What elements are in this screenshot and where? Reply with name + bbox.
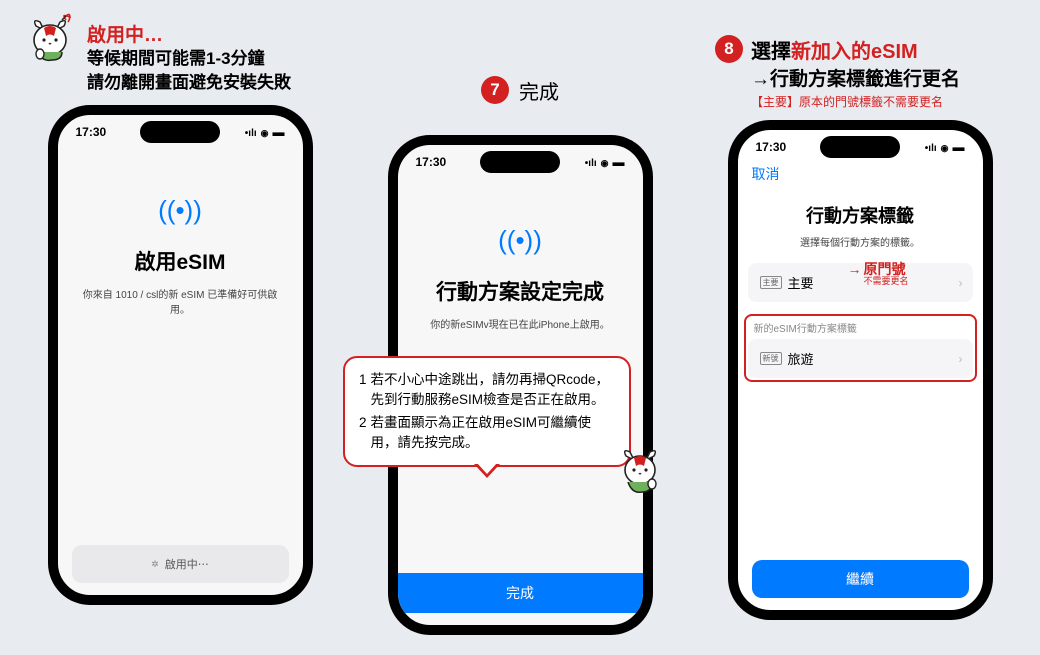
wifi-icon [601,155,609,169]
step-column-activating: 啟用中… 等候期間可能需1-3分鐘 請勿離開畫面避免安裝失敗 17:30 ((•… [15,20,345,635]
spinner-icon [151,558,159,570]
screen-desc: 你的新eSIMv現在已在此iPhone上啟用。 [414,318,627,333]
loading-button: 啟用中⋯ [72,545,289,583]
nav-cancel[interactable]: 取消 [738,160,983,188]
loading-label: 啟用中⋯ [165,556,209,572]
plan-tag: 新號 [760,352,782,365]
plan-label: 旅遊 [788,349,814,368]
step-label: 完成 [519,76,559,105]
header-subtitle: 等候期間可能需1-3分鐘 [87,47,291,71]
screen-content: ((•)) 行動方案設定完成 你的新eSIMv現在已在此iPhone上啟用。 [398,175,643,353]
wifi-icon [941,140,949,154]
broadcast-icon: ((•)) [74,195,287,226]
status-time: 17:30 [76,125,107,139]
header-note: 【主要】原本的門號標籤不需要更名 [751,93,960,110]
phone-notch [140,121,220,143]
screen-desc: 選擇每個行動方案的標籤。 [738,234,983,249]
status-icons [585,155,625,169]
list-primary: 主要 主要 › →原門號 不需要更名 [748,263,973,302]
mascot-icon [616,442,666,498]
phone-frame: 17:30 ((•)) 啟用eSIM 你來自 1010 / csl的新 eSIM… [48,105,313,605]
chevron-right-icon: › [959,352,963,366]
status-icons [245,125,285,139]
screen-content: ((•)) 啟用eSIM 你來自 1010 / csl的新 eSIM 已準備好可… [58,145,303,338]
signal-icon [585,155,597,169]
status-icons [925,140,965,154]
arrow-icon: → [848,261,862,277]
annotation-primary: →原門號 不需要更名 [848,262,909,287]
screen-title: 啟用eSIM [74,246,287,276]
callout-tail [474,464,500,478]
list-header: 新的eSIM行動方案標籤 [748,318,973,339]
step-column-8: 8 選擇新加入的eSIM →行動方案標籤進行更名 【主要】原本的門號標籤不需要更… [695,20,1025,635]
chevron-right-icon: › [959,276,963,290]
signal-icon [925,140,937,154]
complete-button[interactable]: 完成 [396,573,645,613]
screen-title: 行動方案標籤 [738,202,983,228]
header-line: 選擇新加入的eSIM [751,35,960,64]
header-line: →行動方案標籤進行更名 [751,64,960,91]
highlight-new-esim: 新的eSIM行動方案標籤 新號 旅遊 › [744,314,977,382]
signal-icon [245,125,257,139]
screen-desc: 你來自 1010 / csl的新 eSIM 已準備好可供啟用。 [74,288,287,318]
battery-icon [953,140,965,154]
continue-button[interactable]: 繼續 [752,560,969,598]
phone-notch [820,136,900,158]
battery-icon [613,155,625,169]
status-time: 17:30 [416,155,447,169]
phone-frame: 17:30 取消 行動方案標籤 選擇每個行動方案的標籤。 主要 主要 › →原門… [728,120,993,620]
plan-tag: 主要 [760,276,782,289]
callout-bubble: 1若不小心中途跳出，請勿再掃QRcode，先到行動服務eSIM檢查是否正在啟用。… [343,356,631,467]
annotation-sub: 不需要更名 [848,277,909,287]
status-time: 17:30 [756,140,787,154]
broadcast-icon: ((•)) [414,225,627,256]
phone-notch [480,151,560,173]
battery-icon [273,125,285,139]
step-column-7: 7 完成 17:30 ((•)) 行動方案設定完成 你的新eSIMv現在已在此i… [355,20,685,635]
plan-label: 主要 [788,273,814,292]
header-title: 啟用中… [87,20,291,47]
step-badge: 7 [481,76,509,104]
wifi-icon [261,125,269,139]
step-badge: 8 [715,35,743,63]
screen-title: 行動方案設定完成 [414,276,627,306]
header: 7 完成 [355,50,685,130]
list-item-travel[interactable]: 新號 旅遊 › [748,339,973,378]
callout-item: 2若畫面顯示為正在啟用eSIM可繼續使用，請先按完成。 [359,413,615,454]
callout-item: 1若不小心中途跳出，請勿再掃QRcode，先到行動服務eSIM檢查是否正在啟用。 [359,370,615,411]
header: 8 選擇新加入的eSIM →行動方案標籤進行更名 【主要】原本的門號標籤不需要更… [695,35,1025,115]
header-subtitle: 請勿離開畫面避免安裝失敗 [87,71,291,95]
header: 啟用中… 等候期間可能需1-3分鐘 請勿離開畫面避免安裝失敗 [15,20,345,100]
